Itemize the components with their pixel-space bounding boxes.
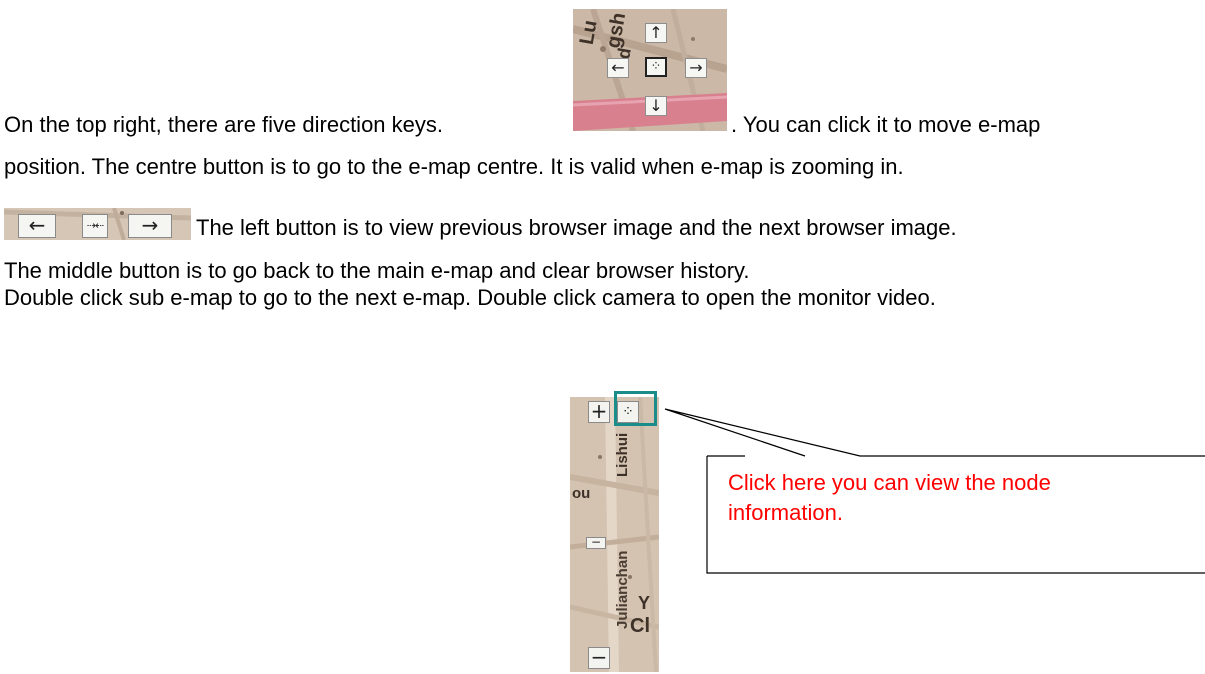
callout-shape [664, 408, 1205, 574]
callout-text: Click here you can view the node informa… [728, 470, 1051, 525]
